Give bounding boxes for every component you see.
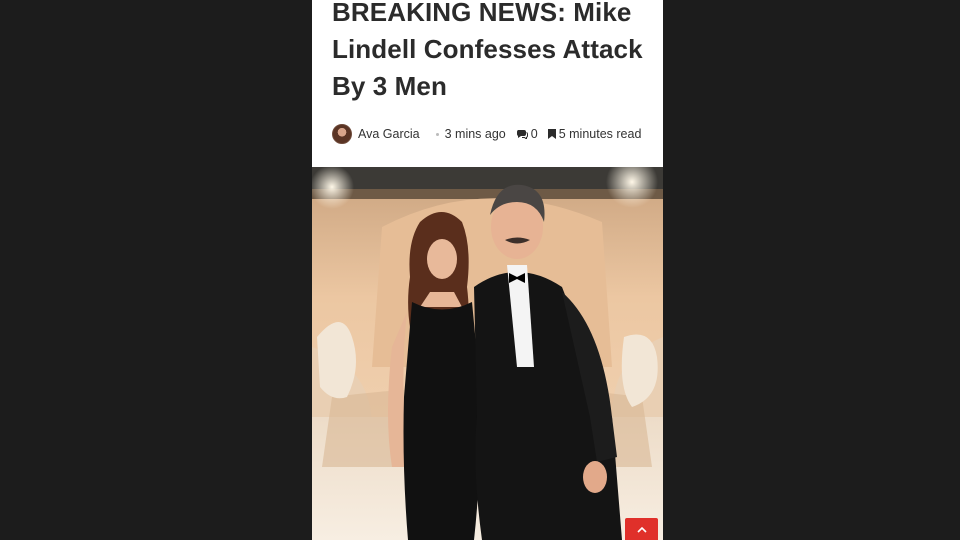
article-meta: Ava Garcia 3 mins ago 0 5 minutes read <box>332 124 641 144</box>
viewport: BREAKING NEWS: Mike Lindell Confesses At… <box>0 0 960 540</box>
chevron-up-icon <box>636 527 647 533</box>
author-name[interactable]: Ava Garcia <box>358 127 420 141</box>
comment-count[interactable]: 0 <box>531 127 538 141</box>
article-page: BREAKING NEWS: Mike Lindell Confesses At… <box>312 0 663 540</box>
meta-separator <box>435 132 439 136</box>
author-avatar[interactable] <box>332 124 352 144</box>
comment-icon[interactable] <box>516 129 528 139</box>
read-time: 5 minutes read <box>558 127 642 141</box>
article-photo <box>312 167 663 540</box>
bookmark-icon <box>547 129 556 139</box>
post-time: 3 mins ago <box>444 127 506 141</box>
scroll-to-top-button[interactable] <box>625 518 658 540</box>
article-title: BREAKING NEWS: Mike Lindell Confesses At… <box>332 0 643 101</box>
